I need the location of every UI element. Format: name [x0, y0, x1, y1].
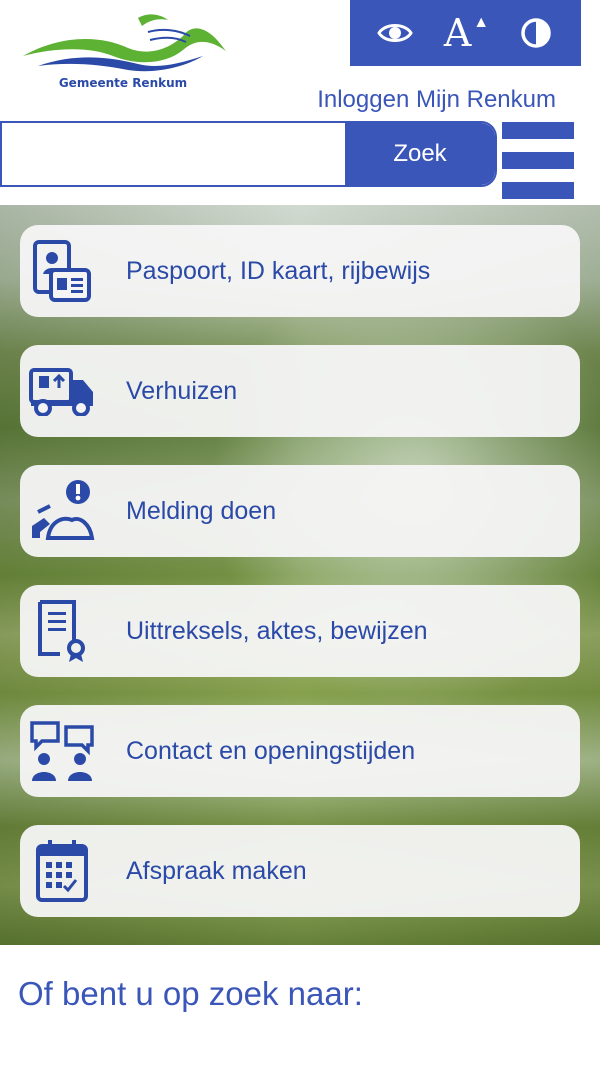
search-bar: Zoek [0, 121, 497, 187]
calendar-icon [20, 825, 104, 917]
tile-label: Uittreksels, aktes, bewijzen [126, 616, 428, 645]
text-size-button[interactable]: A ▲ [441, 9, 489, 57]
tile-label: Melding doen [126, 496, 277, 525]
hamburger-menu-button[interactable] [502, 120, 574, 200]
tile-afspraak-maken[interactable]: Afspraak maken [20, 825, 580, 917]
caret-up-icon: ▲ [473, 14, 490, 31]
section-title: Of bent u op zoek naar: [18, 975, 363, 1012]
tile-melding-doen[interactable]: Melding doen [20, 465, 580, 557]
hero-background-image: Paspoort, ID kaart, rijbewijs Verhuizen [0, 205, 600, 945]
contrast-button[interactable] [512, 9, 560, 57]
certificate-icon [20, 585, 104, 677]
menu-bar-icon [502, 182, 574, 199]
tile-contact[interactable]: Contact en openingstijden [20, 705, 580, 797]
tile-paspoort[interactable]: Paspoort, ID kaart, rijbewijs [20, 225, 580, 317]
tile-uittreksels[interactable]: Uittreksels, aktes, bewijzen [20, 585, 580, 677]
readspeaker-button[interactable] [371, 9, 419, 57]
logo-graphic-icon [23, 14, 226, 72]
report-issue-icon [20, 465, 104, 557]
tile-label: Verhuizen [126, 376, 238, 405]
contact-chat-icon [20, 705, 104, 797]
tile-label: Contact en openingstijden [126, 736, 416, 765]
contrast-icon [521, 18, 551, 48]
menu-bar-icon [502, 152, 574, 169]
site-header: Gemeente Renkum A ▲ Inloggen Mijn Renkum … [0, 0, 600, 205]
passport-id-icon [20, 225, 104, 317]
accessibility-toolbar: A ▲ [350, 0, 581, 66]
moving-truck-icon [20, 345, 104, 437]
search-input[interactable] [2, 123, 345, 185]
gemeente-renkum-logo[interactable]: Gemeente Renkum [18, 6, 233, 90]
tile-verhuizen[interactable]: Verhuizen [20, 345, 580, 437]
search-button[interactable]: Zoek [345, 123, 495, 185]
tile-label: Paspoort, ID kaart, rijbewijs [126, 256, 431, 285]
menu-bar-icon [502, 122, 574, 139]
eye-icon [377, 24, 413, 42]
text-size-icon: A [443, 11, 472, 55]
tile-label: Afspraak maken [126, 856, 307, 885]
logo-text: Gemeente Renkum [58, 76, 188, 90]
login-mijn-renkum-link[interactable]: Inloggen Mijn Renkum [317, 86, 556, 114]
